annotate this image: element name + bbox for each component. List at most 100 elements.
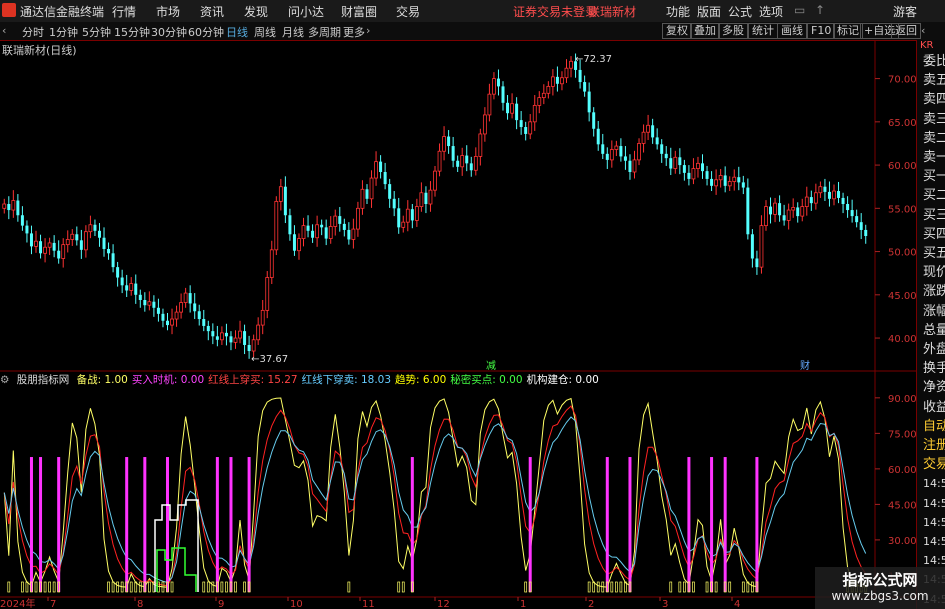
candle-body: [641, 131, 646, 144]
quote-panel-item[interactable]: 外盘: [920, 340, 945, 359]
candle-body: [224, 332, 228, 337]
quote-panel-item[interactable]: 换手: [920, 359, 945, 378]
candle-body: [682, 165, 686, 173]
candle-body: [746, 187, 750, 235]
candle-body: [61, 244, 66, 259]
quote-panel-item[interactable]: 买一: [920, 167, 945, 186]
indicator-field-3: 红线下穿卖: 18.03: [301, 374, 392, 386]
candle-body: [311, 230, 315, 238]
quote-panel-item[interactable]: 买五: [920, 244, 945, 263]
candle-body: [528, 121, 533, 135]
candle-body: [152, 301, 156, 308]
quote-panel-item[interactable]: 卖五: [920, 71, 945, 90]
quote-panel-item[interactable]: 14:55: [920, 494, 945, 513]
quote-panel-item[interactable]: 14:55: [920, 532, 945, 551]
candle-body: [637, 143, 641, 161]
candle-body: [183, 292, 188, 303]
trend-bar: [107, 581, 110, 593]
candle-body: [297, 238, 301, 252]
quote-panel-item[interactable]: 14:55: [920, 474, 945, 493]
candle-body: [247, 344, 251, 352]
candle-body: [306, 225, 310, 231]
quote-panel-item[interactable]: 买四: [920, 225, 945, 244]
candle-body: [705, 171, 709, 179]
x-axis-label: 3: [662, 599, 668, 609]
trend-bar: [170, 581, 174, 593]
candle-body: [691, 168, 696, 180]
quote-panel-item[interactable]: 卖二: [920, 129, 945, 148]
candle-body: [837, 191, 841, 198]
candle-body: [501, 86, 505, 103]
candle-body: [292, 234, 296, 251]
quote-panel-item[interactable]: 净资: [920, 378, 945, 397]
buy-signal-bar: [247, 457, 251, 592]
buy-signal-bar: [755, 457, 759, 592]
quote-panel-item[interactable]: 交易: [920, 455, 945, 474]
buy-signal-bar: [229, 457, 233, 592]
candle-body: [592, 112, 596, 129]
quote-panel-item[interactable]: 买三: [920, 206, 945, 225]
quote-panel-item[interactable]: 总量: [920, 321, 945, 340]
candle-body: [120, 277, 124, 286]
y-tick-label: 50.00: [888, 248, 917, 259]
trend-bar: [134, 581, 138, 593]
candle-body: [83, 231, 88, 251]
candle-body: [392, 198, 396, 209]
quote-panel-item[interactable]: 卖四: [920, 90, 945, 109]
candle-body: [524, 127, 528, 134]
candle-body: [360, 188, 365, 209]
quote-panel-item[interactable]: 卖一: [920, 148, 945, 167]
candle-body: [351, 228, 356, 240]
candle-body: [628, 160, 632, 172]
quote-panel-item[interactable]: 现价: [920, 263, 945, 282]
trend-bar: [705, 581, 709, 593]
quote-panel-item[interactable]: 涨跌: [920, 282, 945, 301]
candle-body: [143, 300, 147, 306]
candle-body: [388, 184, 392, 199]
candle-body: [773, 202, 777, 215]
candle-body: [541, 92, 546, 99]
candle-body: [583, 82, 587, 92]
buy-signal-bar: [723, 457, 727, 592]
candle-body: [433, 170, 437, 191]
y-tick-label: 55.00: [888, 204, 917, 215]
candle-body: [687, 172, 691, 179]
y-tick-label: 70.00: [888, 75, 917, 86]
x-axis-label: 12: [437, 599, 450, 609]
candle-body: [265, 277, 270, 311]
candle-body: [864, 229, 868, 236]
candle-body: [138, 294, 142, 300]
candle-body: [193, 303, 197, 312]
quote-panel-item[interactable]: 卖三: [920, 110, 945, 129]
candle-body: [57, 250, 61, 259]
buy-signal-bar: [29, 457, 33, 592]
candle-body: [147, 301, 152, 306]
marker-cai[interactable]: 财: [800, 359, 810, 372]
quote-panel-item[interactable]: 涨幅: [920, 302, 945, 321]
candle-body: [70, 233, 75, 240]
candle-body: [179, 302, 183, 313]
candle-body: [818, 186, 823, 194]
trend-bar: [21, 581, 24, 593]
quote-panel-item[interactable]: 自动: [920, 417, 945, 436]
candle-body: [116, 267, 120, 278]
candle-body: [532, 105, 537, 123]
stock-chart[interactable]: 70.00 65.00 60.00 55.00 50.00 45.00 40.00 ←72.3…: [0, 0, 945, 609]
trend-bar: [43, 581, 47, 593]
candle-body: [859, 222, 863, 230]
quote-panel-item[interactable]: 注册: [920, 436, 945, 455]
quote-panel-item[interactable]: 收益: [920, 398, 945, 417]
marker-jian[interactable]: 减: [486, 360, 496, 372]
indicator-name[interactable]: 股朋指标网: [17, 374, 70, 386]
indicator-settings-icon[interactable]: ⚙: [0, 374, 9, 386]
trend-bar: [34, 581, 38, 593]
quote-panel-item[interactable]: 买二: [920, 186, 945, 205]
quote-panel-item[interactable]: 14:55: [920, 513, 945, 532]
candle-body: [47, 242, 52, 248]
candle-body: [383, 172, 387, 185]
candle-body: [827, 191, 831, 199]
candle-body: [88, 224, 93, 233]
candle-body: [401, 221, 406, 228]
quote-panel-item[interactable]: 委比: [920, 52, 945, 71]
candle-body: [696, 162, 700, 169]
